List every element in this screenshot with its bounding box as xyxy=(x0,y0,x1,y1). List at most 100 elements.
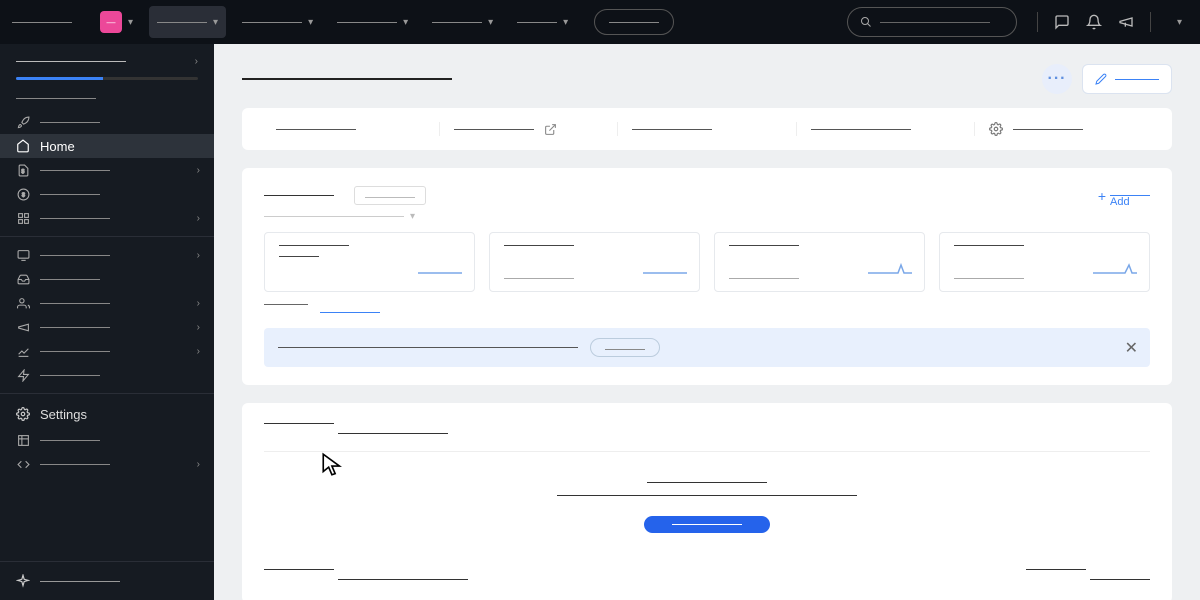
chevron-right-icon[interactable]: › xyxy=(195,56,198,67)
inbox-icon xyxy=(16,273,30,286)
filter-tag[interactable] xyxy=(354,186,426,205)
chevron-down-icon: ▾ xyxy=(488,17,493,28)
progress-bar xyxy=(16,77,198,80)
stat-tiles xyxy=(264,232,1150,292)
svg-text:$: $ xyxy=(21,169,24,175)
add-link[interactable]: + Add xyxy=(1098,188,1150,204)
grid-icon xyxy=(16,212,30,225)
sidebar: › Home $ › $ › › xyxy=(0,44,214,600)
stats-title-placeholder xyxy=(264,195,334,196)
banner-text-placeholder xyxy=(278,347,578,348)
sidebar-item[interactable] xyxy=(0,363,214,387)
chevron-down-icon: ▾ xyxy=(410,211,415,222)
action-pill[interactable] xyxy=(594,9,674,35)
project-switcher[interactable]: ▾ xyxy=(149,6,226,38)
code-icon xyxy=(16,458,30,471)
megaphone-icon[interactable] xyxy=(1118,14,1134,30)
svg-text:$: $ xyxy=(21,192,24,198)
file-dollar-icon: $ xyxy=(16,164,30,177)
sidebar-title-placeholder xyxy=(16,61,126,62)
stat-tile[interactable] xyxy=(264,232,475,292)
cta-area xyxy=(264,472,1150,553)
banner-button[interactable] xyxy=(590,338,660,357)
sparkle-icon xyxy=(16,574,30,588)
sidebar-label: Home xyxy=(40,139,75,154)
info-cell xyxy=(618,122,796,136)
stat-tile[interactable] xyxy=(489,232,700,292)
sparkline xyxy=(1093,259,1137,277)
sidebar-item[interactable] xyxy=(0,267,214,291)
monitor-icon xyxy=(16,249,30,262)
sidebar-header: › xyxy=(0,44,214,86)
section-footer xyxy=(264,553,1150,585)
sidebar-item[interactable] xyxy=(0,428,214,452)
cta-heading-placeholder xyxy=(647,482,767,483)
info-cell xyxy=(797,122,975,136)
compare-link[interactable] xyxy=(320,304,380,316)
sidebar-item[interactable]: › xyxy=(0,339,214,363)
more-button[interactable]: ··· xyxy=(1042,64,1072,94)
section-card xyxy=(242,403,1172,600)
search-icon xyxy=(860,16,872,28)
sidebar-item[interactable]: $ › xyxy=(0,158,214,182)
separator xyxy=(1150,12,1151,32)
close-icon[interactable]: ✕ xyxy=(1125,338,1138,358)
sidebar-footer[interactable] xyxy=(0,561,214,600)
nav-dropdown-1[interactable]: ▾ xyxy=(234,13,321,32)
gear-icon xyxy=(16,407,30,421)
home-icon xyxy=(16,139,30,153)
gear-icon xyxy=(989,122,1003,136)
topbar-icons: ▾ xyxy=(1037,12,1188,32)
edit-button[interactable] xyxy=(1082,64,1172,94)
bell-icon[interactable] xyxy=(1086,14,1102,30)
workspace-badge: — xyxy=(100,11,122,33)
rocket-icon xyxy=(16,116,30,129)
info-banner: ✕ xyxy=(264,328,1150,367)
sidebar-item[interactable] xyxy=(0,86,214,110)
sidebar-label: Settings xyxy=(40,407,87,422)
info-cell xyxy=(262,122,440,136)
info-cell[interactable] xyxy=(440,122,618,136)
chevron-down-icon: ▾ xyxy=(213,17,218,28)
info-cell[interactable] xyxy=(975,122,1152,136)
top-bar: — ▾ ▾ ▾ ▾ ▾ ▾ ▾ xyxy=(0,0,1200,44)
chat-icon[interactable] xyxy=(1054,14,1070,30)
cta-text-placeholder xyxy=(557,495,857,496)
plus-icon: + xyxy=(1098,188,1106,204)
chevron-down-icon: ▾ xyxy=(403,17,408,28)
stat-tile[interactable] xyxy=(939,232,1150,292)
nav-dropdown-4[interactable]: ▾ xyxy=(509,13,576,32)
primary-cta-button[interactable] xyxy=(644,516,770,533)
sidebar-item[interactable]: $ xyxy=(0,182,214,206)
divider xyxy=(0,236,214,237)
sparkline xyxy=(868,259,912,277)
sidebar-item[interactable]: › xyxy=(0,452,214,476)
project-name-placeholder xyxy=(157,22,207,23)
sidebar-item[interactable] xyxy=(0,110,214,134)
megaphone-icon xyxy=(16,321,30,334)
separator xyxy=(1037,12,1038,32)
nav-dropdown-2[interactable]: ▾ xyxy=(329,13,416,32)
sidebar-item[interactable]: › xyxy=(0,291,214,315)
nav-dropdown-3[interactable]: ▾ xyxy=(424,13,501,32)
stats-subheader[interactable]: ▾ xyxy=(264,211,1150,222)
pencil-icon xyxy=(1095,73,1107,85)
sidebar-item-settings[interactable]: Settings xyxy=(0,400,214,428)
section-header xyxy=(264,421,1150,452)
chart-icon xyxy=(16,345,30,358)
sidebar-item[interactable]: › xyxy=(0,206,214,230)
stat-tile[interactable] xyxy=(714,232,925,292)
search-input[interactable] xyxy=(847,7,1017,37)
sidebar-item[interactable]: › xyxy=(0,315,214,339)
sparkline xyxy=(418,259,462,277)
users-icon xyxy=(16,297,30,310)
stats-header: + Add xyxy=(264,186,1150,205)
bolt-icon xyxy=(16,369,30,382)
chevron-down-icon[interactable]: ▾ xyxy=(1177,17,1182,28)
workspace-switcher[interactable]: — ▾ xyxy=(92,7,141,37)
sidebar-item-home[interactable]: Home xyxy=(0,134,214,158)
divider xyxy=(0,393,214,394)
page-title-placeholder xyxy=(242,78,452,80)
chevron-down-icon: ▾ xyxy=(128,17,133,28)
sidebar-item[interactable]: › xyxy=(0,243,214,267)
